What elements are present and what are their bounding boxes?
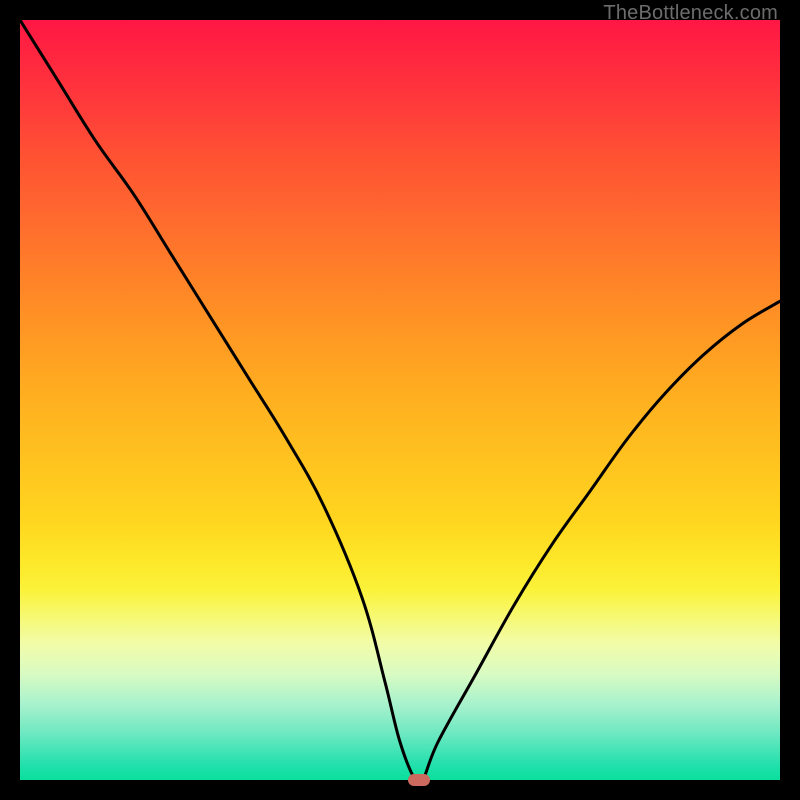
plot-area: [20, 20, 780, 780]
watermark-text: TheBottleneck.com: [603, 2, 778, 25]
chart-frame: TheBottleneck.com: [0, 0, 800, 800]
optimal-marker: [408, 774, 430, 786]
bottleneck-curve: [20, 20, 780, 780]
